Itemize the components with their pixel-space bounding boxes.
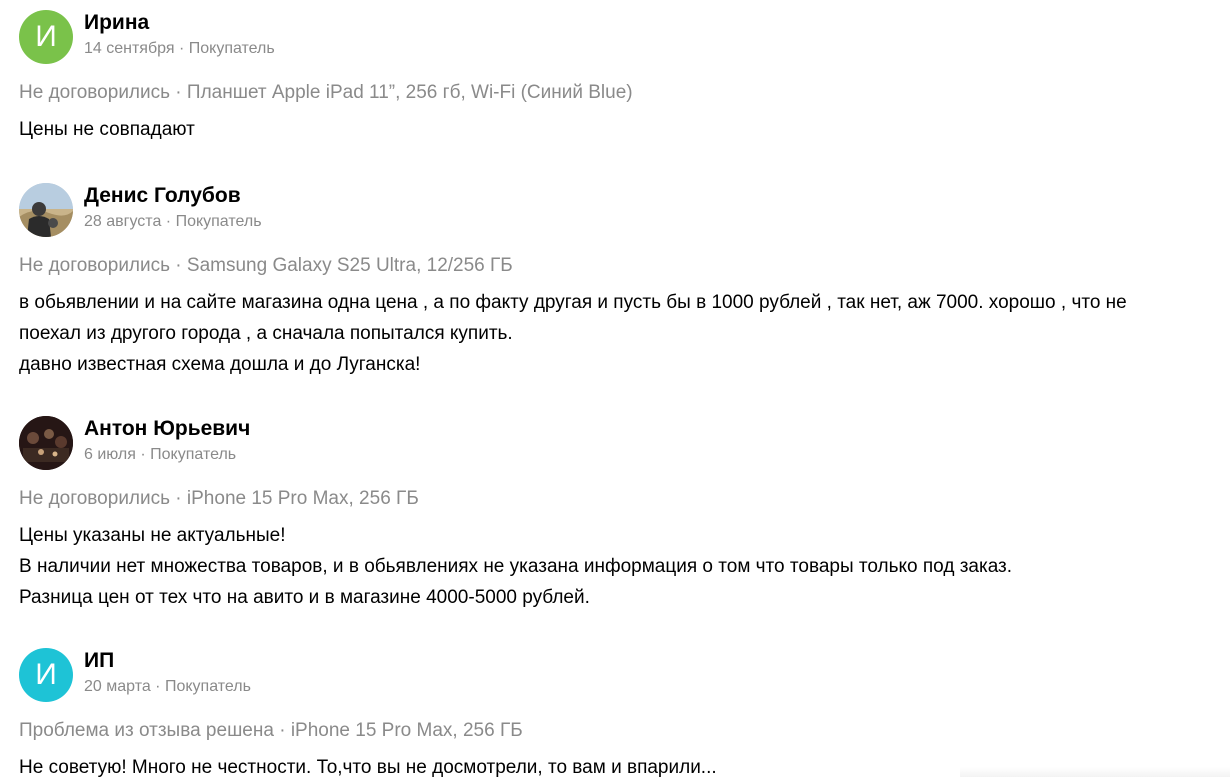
avatar[interactable]: И	[19, 10, 73, 64]
reviewer-name[interactable]: ИП	[84, 649, 114, 673]
deal-info[interactable]: Не договорились · Samsung Galaxy S25 Ult…	[19, 255, 1219, 277]
avatar-letter: И	[35, 20, 57, 53]
review-date: 6 июля	[84, 446, 136, 463]
review-card: Денис Голубов 28 августа · Покупатель Не…	[19, 183, 1219, 380]
review-text-line: Цены указаны не актуальные!	[19, 525, 286, 546]
review-text: в обьявлении и на сайте магазина одна це…	[19, 287, 1219, 380]
reviewer-name[interactable]: Ирина	[84, 11, 149, 35]
review-header: И ИП 20 марта · Покупатель	[19, 648, 1219, 702]
bottom-fade	[960, 767, 1230, 777]
deal-info[interactable]: Не договорились · iPhone 15 Pro Max, 256…	[19, 488, 1219, 510]
reviewer-name[interactable]: Антон Юрьевич	[84, 417, 250, 441]
review-date: 28 августа	[84, 213, 162, 230]
reviewer-role: Покупатель	[175, 213, 262, 230]
review-meta: 28 августа · Покупатель	[84, 213, 262, 230]
user-photo-dark-icon	[19, 416, 73, 470]
avatar[interactable]	[19, 416, 73, 470]
deal-info[interactable]: Не договорились · Планшет Apple iPad 11”…	[19, 82, 1219, 104]
deal-info[interactable]: Проблема из отзыва решена · iPhone 15 Pr…	[19, 720, 1219, 742]
review-meta: 20 марта · Покупатель	[84, 678, 251, 695]
reviewer-role: Покупатель	[150, 446, 237, 463]
review-text-line: Цены не совпадают	[19, 119, 195, 140]
reviewer-role: Покупатель	[164, 678, 251, 695]
review-text-line: В наличии нет множества товаров, и в обь…	[19, 556, 1013, 577]
review-text-line: в обьявлении и на сайте магазина одна це…	[19, 292, 1127, 313]
avatar[interactable]	[19, 183, 73, 237]
avatar-letter: И	[35, 658, 57, 691]
reviewer-name[interactable]: Денис Голубов	[84, 184, 241, 208]
review-card: И Ирина 14 сентября · Покупатель Не дого…	[19, 10, 1219, 145]
review-header: Денис Голубов 28 августа · Покупатель	[19, 183, 1219, 237]
user-photo-landscape-icon	[19, 183, 73, 237]
review-text-line: Разница цен от тех что на авито и в мага…	[19, 587, 590, 608]
avatar[interactable]: И	[19, 648, 73, 702]
review-date: 20 марта	[84, 678, 151, 695]
review-text: Цены не совпадают	[19, 114, 1219, 145]
review-header: И Ирина 14 сентября · Покупатель	[19, 10, 1219, 64]
review-text-line: давно известная схема дошла и до Луганск…	[19, 354, 421, 375]
review-meta: 6 июля · Покупатель	[84, 446, 237, 463]
review-date: 14 сентября	[84, 40, 175, 57]
review-meta: 14 сентября · Покупатель	[84, 40, 275, 57]
reviewer-role: Покупатель	[188, 40, 275, 57]
review-card: Антон Юрьевич 6 июля · Покупатель Не дог…	[19, 416, 1219, 613]
review-text-line: поехал из другого города , а сначала поп…	[19, 323, 513, 344]
review-header: Антон Юрьевич 6 июля · Покупатель	[19, 416, 1219, 470]
review-text: Цены указаны не актуальные! В наличии не…	[19, 520, 1219, 613]
review-card: И ИП 20 марта · Покупатель Проблема из о…	[19, 648, 1219, 783]
